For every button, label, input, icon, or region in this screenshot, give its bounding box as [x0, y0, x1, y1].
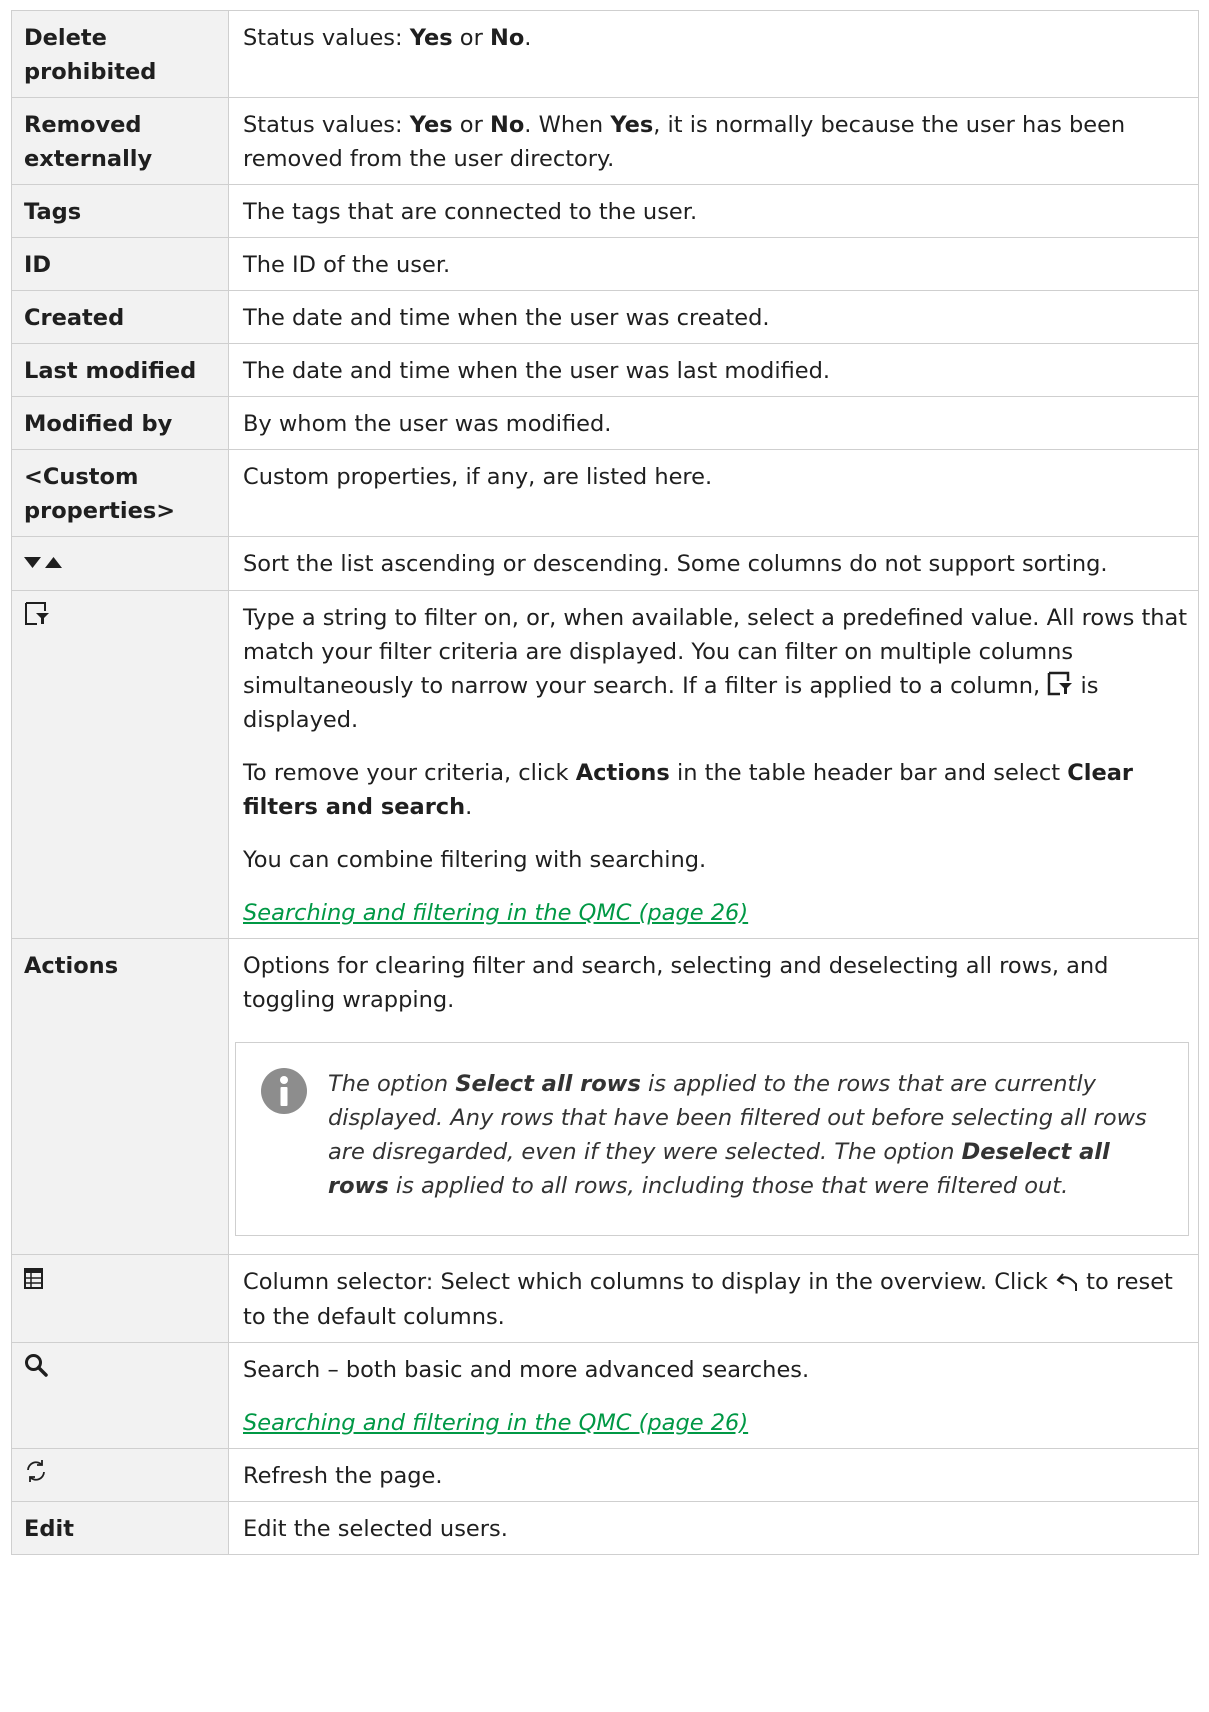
- filter-applied-icon: [1047, 669, 1073, 703]
- table-row: ID The ID of the user.: [11, 237, 1199, 291]
- row-description: Custom properties, if any, are listed he…: [228, 449, 1199, 537]
- row-description: Sort the list ascending or descending. S…: [228, 536, 1199, 591]
- table-row: Actions Options for clearing filter and …: [11, 938, 1199, 1255]
- filter-icon: [24, 601, 50, 637]
- filter-combine-note: You can combine filtering with searching…: [243, 847, 707, 873]
- filter-description: Type a string to filter on, or, when ava…: [243, 604, 1188, 734]
- table-row: Last modified The date and time when the…: [11, 343, 1199, 397]
- table-row: Delete prohibited Status values: Yes or …: [11, 10, 1199, 98]
- table-row: Created The date and time when the user …: [11, 290, 1199, 344]
- filter-clear-instructions: To remove your criteria, click Actions i…: [243, 760, 1134, 820]
- table-row: Modified by By whom the user was modifie…: [11, 396, 1199, 450]
- note-box: The option Select all rows is applied to…: [235, 1042, 1189, 1236]
- row-description: Edit the selected users.: [228, 1501, 1199, 1555]
- table-row: Refresh the page.: [11, 1447, 1199, 1502]
- searching-filtering-link[interactable]: Searching and filtering in the QMC (page…: [243, 900, 748, 926]
- row-name: Last modified: [11, 343, 229, 397]
- row-name: Tags: [11, 184, 229, 238]
- table-row: Tags The tags that are connected to the …: [11, 184, 1199, 238]
- reset-arrow-icon: [1055, 1266, 1079, 1300]
- row-name: ID: [11, 237, 229, 291]
- row-name: Created: [11, 290, 229, 344]
- table-row: Edit Edit the selected users.: [11, 1501, 1199, 1555]
- table-row: <Custom properties> Custom properties, i…: [11, 449, 1199, 537]
- row-name: Delete prohibited: [11, 10, 229, 98]
- sort-arrows-icon: [24, 548, 70, 582]
- refresh-icon: [24, 1459, 48, 1493]
- row-description: Search – both basic and more advanced se…: [243, 1356, 810, 1383]
- row-description: Status values: Yes or No.: [228, 10, 1199, 98]
- row-description: The date and time when the user was last…: [228, 343, 1199, 397]
- row-description: By whom the user was modified.: [228, 396, 1199, 450]
- row-description: Refresh the page.: [228, 1447, 1199, 1502]
- row-name: Edit: [11, 1501, 229, 1555]
- properties-table: Delete prohibited Status values: Yes or …: [11, 10, 1199, 1555]
- row-description: Column selector: Select which columns to…: [228, 1254, 1199, 1343]
- searching-filtering-link[interactable]: Searching and filtering in the QMC (page…: [243, 1410, 748, 1436]
- note-text: The option Select all rows is applied to…: [328, 1071, 1147, 1199]
- row-description: The tags that are connected to the user.: [228, 184, 1199, 238]
- row-name: Removed externally: [11, 97, 229, 185]
- table-row: Column selector: Select which columns to…: [11, 1254, 1199, 1343]
- search-icon: [24, 1353, 48, 1387]
- table-row: Sort the list ascending or descending. S…: [11, 536, 1199, 591]
- table-row: Search – both basic and more advanced se…: [11, 1341, 1199, 1449]
- row-description: Status values: Yes or No. When Yes, it i…: [228, 97, 1199, 185]
- row-description: The date and time when the user was crea…: [228, 290, 1199, 344]
- table-row: Type a string to filter on, or, when ava…: [11, 589, 1199, 939]
- table-row: Removed externally Status values: Yes or…: [11, 97, 1199, 185]
- row-name: <Custom properties>: [11, 449, 229, 537]
- row-name: Actions: [11, 938, 229, 1255]
- row-description: The ID of the user.: [228, 237, 1199, 291]
- column-selector-icon: [24, 1266, 44, 1300]
- info-icon: [260, 1067, 308, 1115]
- row-description: Options for clearing filter and search, …: [243, 953, 1109, 1013]
- row-name: Modified by: [11, 396, 229, 450]
